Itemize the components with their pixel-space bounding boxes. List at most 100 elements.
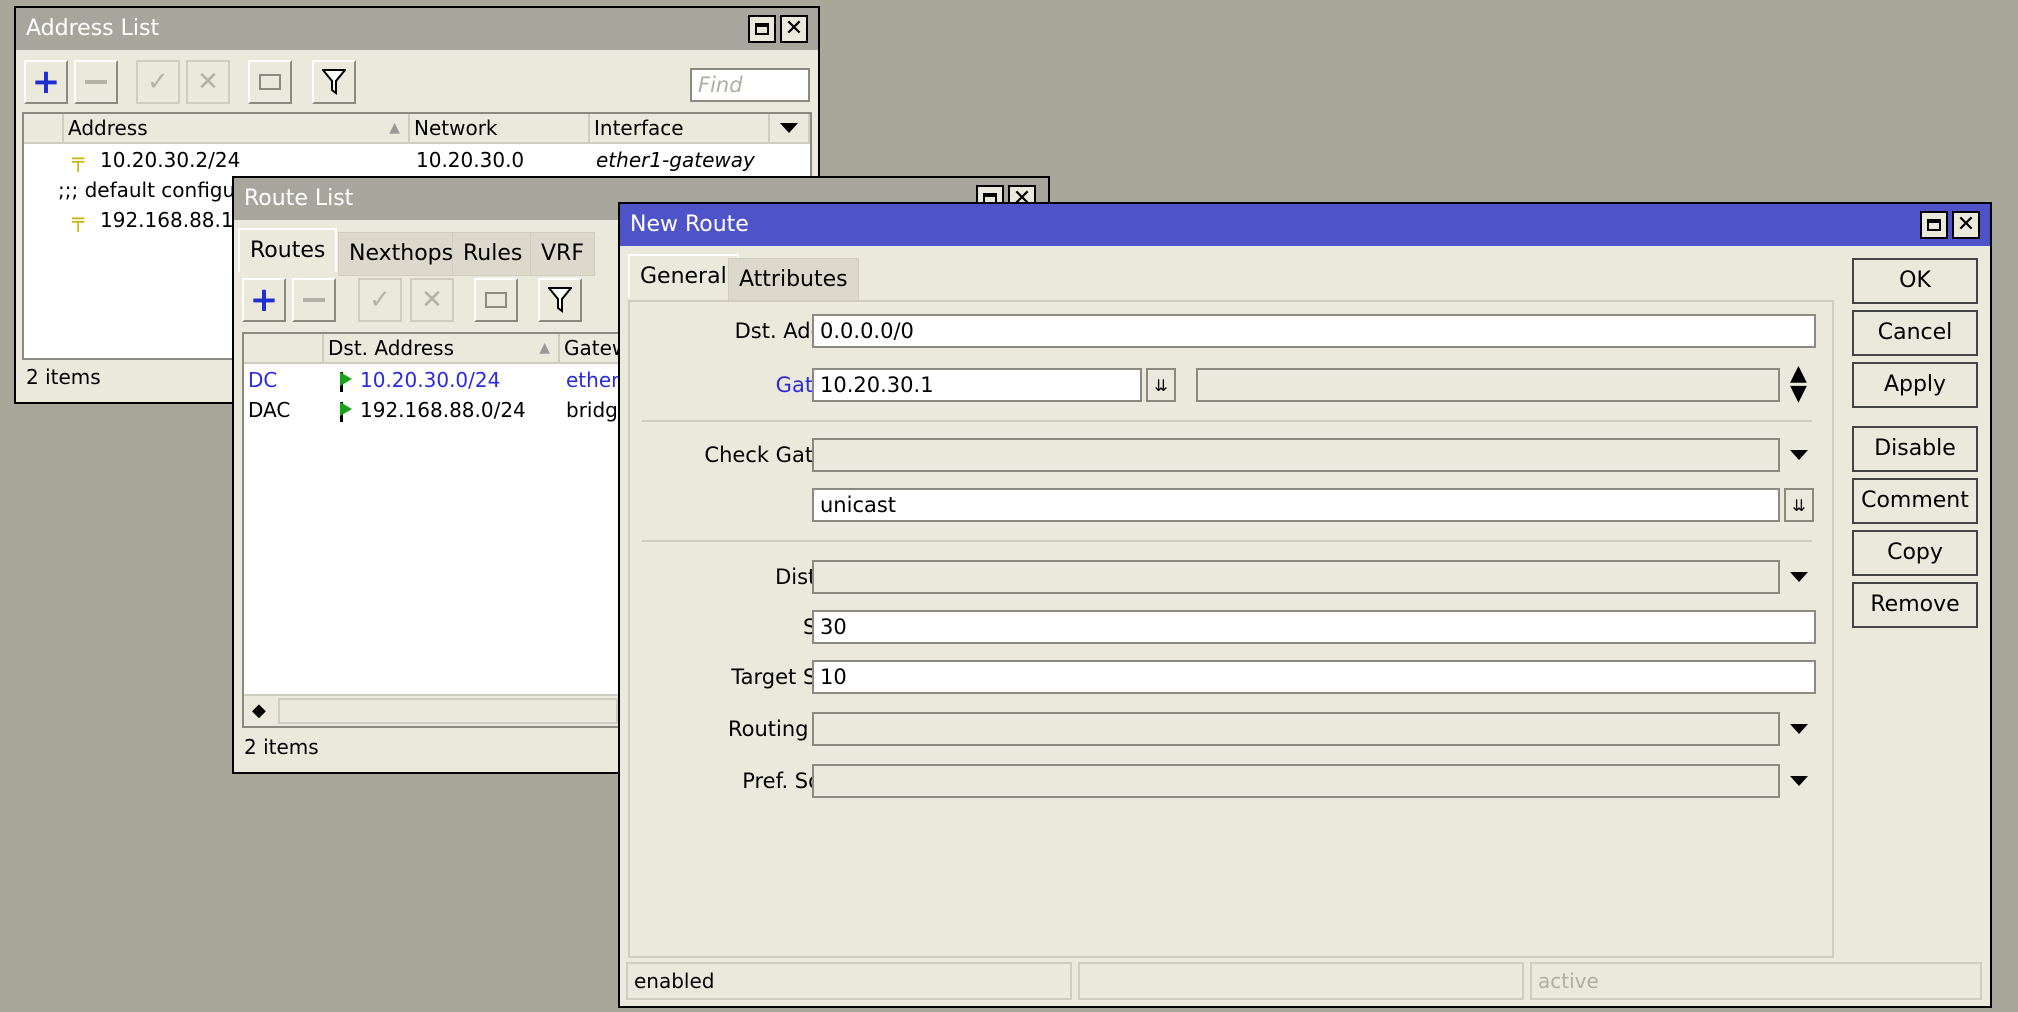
column-header-dst-address[interactable]: Dst. Address ▲ bbox=[324, 334, 560, 364]
scope-input[interactable]: 30 bbox=[812, 610, 1816, 644]
chevron-down-icon bbox=[780, 123, 798, 133]
enable-button[interactable]: ✓ bbox=[358, 278, 402, 322]
window-title: New Route bbox=[630, 212, 749, 237]
disable-button[interactable]: Disable bbox=[1852, 426, 1978, 472]
filter-button[interactable] bbox=[312, 60, 356, 104]
updown-icon[interactable]: ▲ ▼ bbox=[1790, 363, 1807, 405]
enable-button[interactable]: ✓ bbox=[136, 60, 180, 104]
type-select[interactable]: unicast bbox=[812, 488, 1780, 522]
close-icon: ✕ bbox=[784, 16, 804, 41]
route-flag-icon bbox=[334, 366, 356, 394]
cross-icon: ✕ bbox=[421, 285, 443, 315]
comment-cell: ;;; default configura bbox=[58, 178, 256, 202]
chevron-down-icon[interactable] bbox=[1790, 724, 1808, 734]
window-title: Route List bbox=[244, 186, 354, 211]
dst-address-input[interactable]: 0.0.0.0/0 bbox=[812, 314, 1816, 348]
sort-icon: ▲ bbox=[539, 340, 550, 356]
gateway-extra-input[interactable] bbox=[1196, 368, 1780, 402]
comment-button[interactable] bbox=[474, 278, 518, 322]
column-header-flags[interactable] bbox=[244, 334, 324, 364]
interface-cell: ether1-gateway bbox=[596, 148, 755, 172]
chevron-down-icon[interactable] bbox=[1790, 776, 1808, 786]
dst-address-cell: 10.20.30.0/24 bbox=[360, 368, 501, 392]
tab-general[interactable]: General bbox=[628, 254, 739, 298]
chevron-down-icon[interactable] bbox=[1790, 572, 1808, 582]
type-dropdown-button[interactable]: ⇊ bbox=[1784, 488, 1814, 522]
add-button[interactable]: + bbox=[24, 60, 68, 104]
network-cell: 10.20.30.0 bbox=[416, 148, 525, 172]
tab-vrf[interactable]: VRF bbox=[530, 232, 595, 276]
apply-button[interactable]: Apply bbox=[1852, 362, 1978, 408]
comment-button[interactable]: Comment bbox=[1852, 478, 1978, 524]
status-middle bbox=[1078, 962, 1524, 1000]
tab-rules[interactable]: Rules bbox=[452, 232, 534, 276]
ok-button[interactable]: OK bbox=[1852, 258, 1978, 304]
separator bbox=[642, 540, 1812, 542]
check-icon: ✓ bbox=[369, 285, 391, 315]
separator bbox=[642, 420, 1812, 422]
chevron-down-icon[interactable] bbox=[1790, 450, 1808, 460]
add-button[interactable]: + bbox=[242, 278, 286, 322]
address-list-titlebar[interactable]: Address List ✕ bbox=[16, 8, 818, 50]
tab-attributes[interactable]: Attributes bbox=[728, 258, 859, 302]
remove-button[interactable] bbox=[74, 60, 118, 104]
status-bar: 2 items bbox=[26, 365, 101, 389]
plus-icon: + bbox=[31, 62, 61, 102]
note-icon bbox=[485, 292, 507, 308]
column-header-address[interactable]: Address ▲ bbox=[64, 114, 410, 144]
tab-nexthops[interactable]: Nexthops bbox=[338, 232, 465, 276]
address-cell: 192.168.88.1/ bbox=[100, 208, 241, 232]
dropdown-icon: ⇊ bbox=[1154, 375, 1168, 395]
find-input[interactable]: Find bbox=[690, 68, 810, 102]
dropdown-icon: ⇊ bbox=[1792, 495, 1806, 515]
close-button[interactable]: ✕ bbox=[780, 15, 808, 43]
routing-mark-select[interactable] bbox=[812, 712, 1780, 746]
column-header-blank bbox=[24, 114, 64, 144]
gateway-dropdown-button[interactable]: ⇊ bbox=[1146, 368, 1176, 402]
address-icon: ╤ bbox=[72, 208, 85, 232]
tab-routes[interactable]: Routes bbox=[238, 228, 338, 272]
close-button[interactable]: ✕ bbox=[1952, 211, 1980, 239]
close-icon: ✕ bbox=[1956, 212, 1976, 237]
column-menu-button[interactable] bbox=[770, 114, 810, 144]
pref-source-select[interactable] bbox=[812, 764, 1780, 798]
status-bar: 2 items bbox=[244, 735, 319, 759]
minus-icon bbox=[303, 298, 325, 302]
target-scope-input[interactable]: 10 bbox=[812, 660, 1816, 694]
dst-address-cell: 192.168.88.0/24 bbox=[360, 398, 526, 422]
status-bar: enabled active bbox=[626, 962, 1986, 1000]
filter-button[interactable] bbox=[538, 278, 582, 322]
check-icon: ✓ bbox=[147, 67, 169, 97]
note-icon bbox=[259, 74, 281, 90]
address-icon: ╤ bbox=[72, 148, 85, 172]
remove-button[interactable] bbox=[292, 278, 336, 322]
cancel-button[interactable]: Cancel bbox=[1852, 310, 1978, 356]
gateway-input[interactable]: 10.20.30.1 bbox=[812, 368, 1142, 402]
check-gateway-select[interactable] bbox=[812, 438, 1780, 472]
status-enabled: enabled bbox=[626, 962, 1072, 1000]
window-title: Address List bbox=[26, 16, 160, 41]
filter-icon bbox=[548, 287, 572, 313]
scrollbar-thumb[interactable] bbox=[278, 698, 618, 724]
flags-cell: DAC bbox=[248, 398, 291, 422]
scroll-left-icon[interactable]: ◆ bbox=[252, 700, 266, 721]
column-header-network[interactable]: Network bbox=[410, 114, 590, 144]
comment-button[interactable] bbox=[248, 60, 292, 104]
maximize-icon bbox=[1927, 219, 1941, 231]
maximize-button[interactable] bbox=[748, 15, 776, 43]
status-active: active bbox=[1530, 962, 1982, 1000]
disable-button[interactable]: ✕ bbox=[186, 60, 230, 104]
distance-input[interactable] bbox=[812, 560, 1780, 594]
plus-icon: + bbox=[249, 280, 279, 320]
copy-button[interactable]: Copy bbox=[1852, 530, 1978, 576]
new-route-titlebar[interactable]: New Route ✕ bbox=[620, 204, 1990, 246]
remove-button[interactable]: Remove bbox=[1852, 582, 1978, 628]
disable-button[interactable]: ✕ bbox=[410, 278, 454, 322]
maximize-icon bbox=[755, 23, 769, 35]
cross-icon: ✕ bbox=[197, 67, 219, 97]
maximize-button[interactable] bbox=[1920, 211, 1948, 239]
filter-icon bbox=[322, 69, 346, 95]
address-cell: 10.20.30.2/24 bbox=[100, 148, 241, 172]
column-header-interface[interactable]: Interface bbox=[590, 114, 770, 144]
sort-icon: ▲ bbox=[389, 120, 400, 136]
